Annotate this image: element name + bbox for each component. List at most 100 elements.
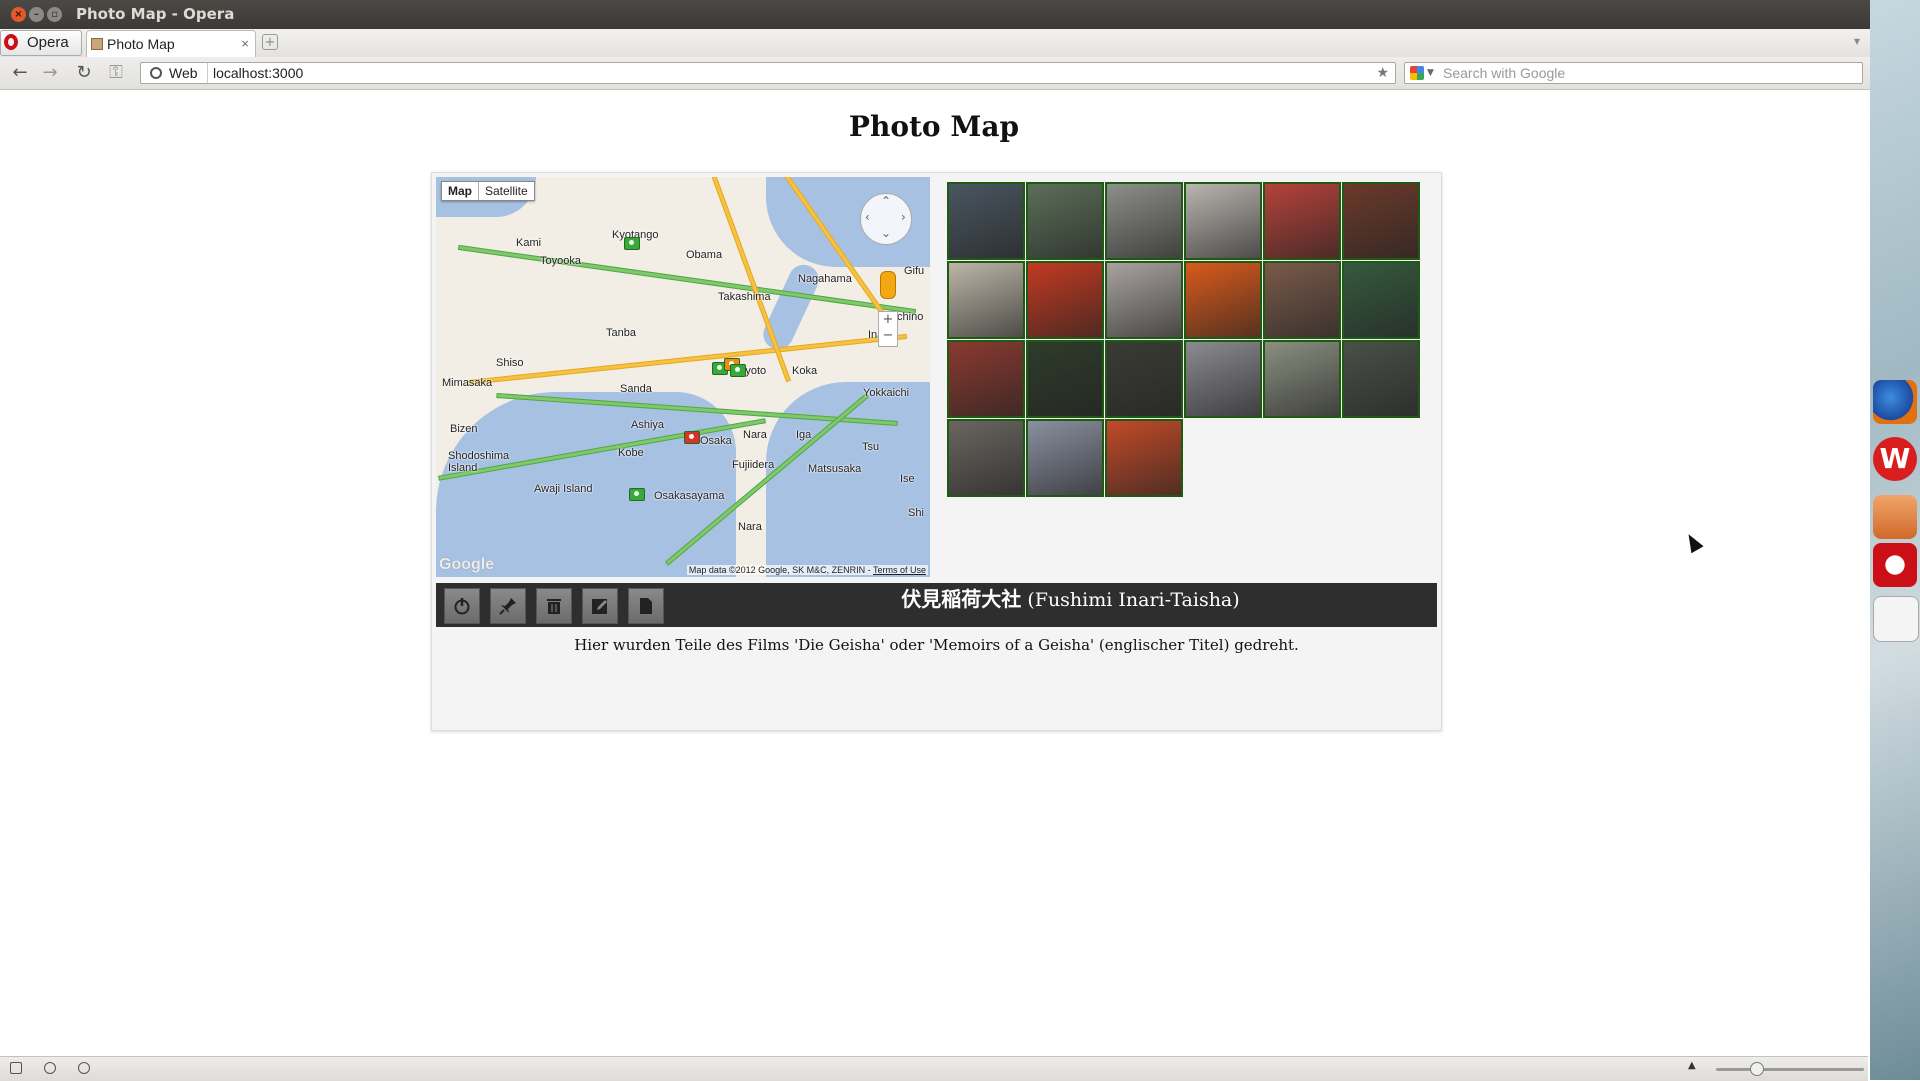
edit-icon (592, 599, 607, 614)
pin-button[interactable] (490, 588, 526, 624)
opera-menu-button[interactable]: Opera (0, 30, 82, 56)
pan-control[interactable]: ⌃ ⌄ ‹ › (860, 193, 912, 245)
photo-thumbnail[interactable] (947, 340, 1025, 418)
search-engine-chevron-icon[interactable]: ▼ (1427, 63, 1434, 83)
map-label: Matsusaka (808, 463, 862, 475)
pan-down-icon[interactable]: ⌄ (881, 226, 891, 240)
map-label: Tsu (862, 441, 880, 453)
reload-icon[interactable]: ↻ (74, 63, 94, 83)
photo-thumbnail[interactable] (1105, 419, 1183, 497)
photo-thumbnail[interactable] (1263, 340, 1341, 418)
map-type-map-button[interactable]: Map (442, 182, 479, 200)
map-label: Osaka (700, 435, 732, 447)
map-label: Mimasaka (442, 377, 493, 389)
page-title: Photo Map (848, 110, 1020, 143)
photo-thumbnail[interactable] (1105, 261, 1183, 339)
map-label: Nagahama (798, 273, 852, 285)
opera-unite-icon[interactable] (44, 1062, 56, 1074)
photo-thumbnail[interactable] (1263, 182, 1341, 260)
delete-button[interactable] (536, 588, 572, 624)
url-text[interactable]: localhost:3000 (213, 63, 303, 83)
pan-left-icon[interactable]: ‹ (865, 210, 870, 224)
firefox-icon[interactable] (1873, 380, 1917, 424)
map-label: Ichino (894, 311, 924, 323)
zoom-slider[interactable] (1716, 1068, 1864, 1071)
pan-right-icon[interactable]: › (901, 210, 906, 224)
desktop-launcher: W (1870, 0, 1920, 1080)
pan-up-icon[interactable]: ⌃ (881, 194, 891, 208)
zoom-slider-handle[interactable] (1750, 1062, 1764, 1076)
search-field[interactable]: ▼ Search with Google (1404, 62, 1863, 84)
map-label: Shi (908, 507, 924, 519)
map-label: Kami (516, 237, 542, 249)
zoom-control[interactable]: + − (878, 311, 898, 347)
window-minimize-icon[interactable]: – (29, 7, 44, 22)
web-security-badge[interactable]: Web (141, 63, 208, 83)
map-label: Takashima (718, 291, 771, 303)
back-arrow-icon[interactable]: ← (10, 63, 30, 83)
map-type-satellite-button[interactable]: Satellite (479, 182, 534, 200)
document-icon[interactable] (1873, 596, 1919, 642)
document-button[interactable] (628, 588, 664, 624)
opera-menu-label: Opera (27, 34, 69, 51)
view-menu-arrow-icon[interactable]: ▲ (1688, 1060, 1696, 1071)
photo-description: Hier wurden Teile des Films 'Die Geisha'… (574, 636, 1299, 654)
bookmark-star-icon[interactable]: ★ (1376, 63, 1389, 83)
road (466, 333, 908, 386)
photo-thumbnail[interactable] (947, 419, 1025, 497)
edit-button[interactable] (582, 588, 618, 624)
navigation-bar: ← → ↻ ⚿ Web localhost:3000 ★ ▼ Search wi… (0, 57, 1870, 90)
wikipedia-icon[interactable]: W (1873, 437, 1917, 481)
tab-photo-map[interactable]: Photo Map × (86, 30, 256, 57)
map-label: Kobe (618, 447, 644, 459)
photo-thumbnail[interactable] (1184, 340, 1262, 418)
photo-marker-selected-icon[interactable] (684, 431, 700, 444)
photo-thumbnail[interactable] (1026, 340, 1104, 418)
photo-thumbnail[interactable] (947, 261, 1025, 339)
map-label: Nara (738, 521, 762, 533)
photo-marker-icon[interactable] (629, 488, 645, 501)
photo-thumbnail[interactable] (947, 182, 1025, 260)
map-label: Shodoshima Island (448, 450, 510, 474)
google-search-icon[interactable] (1410, 66, 1424, 80)
map-view[interactable]: Kami Kyotango Toyooka Obama Gifu Nagaham… (436, 177, 930, 577)
tab-list-chevron-icon[interactable]: ▾ (1854, 34, 1860, 48)
forward-arrow-icon[interactable]: → (40, 63, 60, 83)
map-type-control[interactable]: Map Satellite (441, 181, 535, 201)
photo-thumbnail[interactable] (1026, 261, 1104, 339)
photo-thumbnail[interactable] (1026, 182, 1104, 260)
photo-thumbnail[interactable] (1342, 182, 1420, 260)
opera-icon[interactable] (1873, 543, 1917, 587)
photo-thumbnail[interactable] (1105, 340, 1183, 418)
photo-thumbnail[interactable] (1184, 182, 1262, 260)
street-view-pegman-icon[interactable] (880, 271, 896, 299)
zoom-out-icon[interactable]: − (879, 328, 897, 344)
map-label: Iga (796, 429, 812, 441)
key-icon[interactable]: ⚿ (106, 63, 126, 83)
terms-of-use-link[interactable]: Terms of Use (873, 565, 926, 575)
photo-thumbnail[interactable] (1105, 182, 1183, 260)
turbo-icon[interactable] (78, 1062, 90, 1074)
power-button[interactable] (444, 588, 480, 624)
photo-thumbnail[interactable] (1263, 261, 1341, 339)
photo-thumbnail[interactable] (1184, 261, 1262, 339)
window-maximize-icon[interactable]: ▫ (47, 7, 62, 22)
address-bar[interactable]: Web localhost:3000 ★ (140, 62, 1396, 84)
map-label: Yokkaichi (863, 387, 910, 399)
photo-marker-icon[interactable] (730, 364, 746, 377)
tab-title: Photo Map (107, 36, 175, 52)
photo-marker-icon[interactable] (624, 237, 640, 250)
map-label: Ise (900, 473, 915, 485)
power-icon (454, 598, 470, 615)
zoom-in-icon[interactable]: + (879, 312, 897, 328)
panel-toggle-icon[interactable] (10, 1062, 22, 1074)
photo-thumbnail[interactable] (1342, 340, 1420, 418)
map-attribution-text: Map data ©2012 Google, SK M&C, ZENRIN - (688, 565, 871, 575)
window-close-icon[interactable]: × (11, 7, 26, 22)
photo-thumbnail[interactable] (1026, 419, 1104, 497)
tab-close-icon[interactable]: × (241, 31, 249, 57)
photo-thumbnail[interactable] (1342, 261, 1420, 339)
new-tab-button[interactable]: + (262, 34, 278, 50)
google-logo: Google (439, 556, 495, 573)
home-folder-icon[interactable] (1873, 495, 1917, 539)
